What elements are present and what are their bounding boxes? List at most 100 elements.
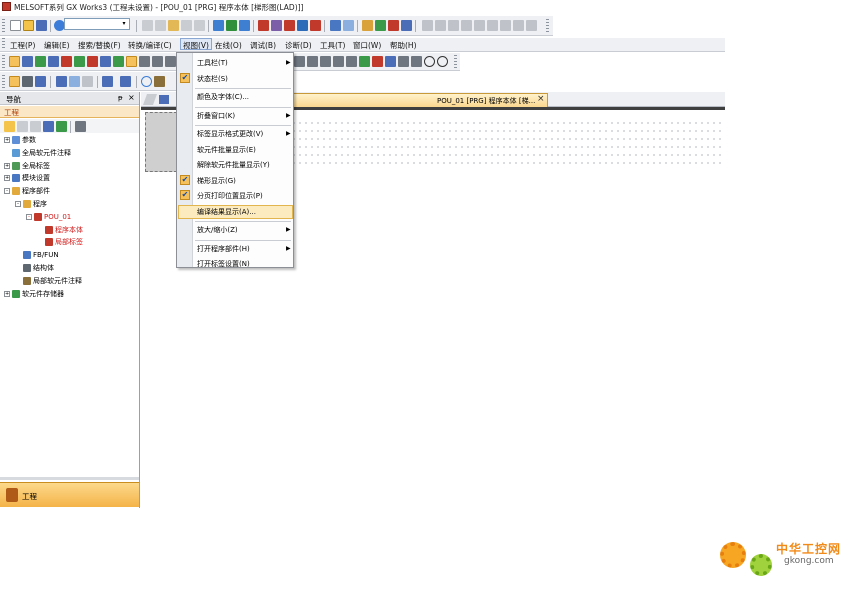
collapse-icon[interactable]: - [15, 201, 21, 207]
ladder-grid[interactable] [291, 119, 723, 165]
view-menu-item[interactable]: 工具栏(T) ▶ [177, 56, 293, 69]
project-combo[interactable]: ▾ [64, 18, 130, 30]
zoom-in-icon[interactable] [424, 56, 435, 67]
tree-item[interactable]: - 程序部件 [4, 186, 50, 197]
expand-icon[interactable]: + [4, 137, 10, 143]
tree-item[interactable]: - POU_01 [26, 212, 71, 223]
undo-icon[interactable] [181, 20, 192, 31]
diagnostics-icon[interactable] [330, 20, 341, 31]
tree-item[interactable]: + 模块设置 [4, 173, 50, 184]
menu-help[interactable]: 帮助(H) [390, 40, 417, 51]
view-menu-item[interactable]: 颜色及字体(C)... [177, 90, 293, 103]
menu-diagnostics[interactable]: 诊断(D) [285, 40, 312, 51]
toolbar-grip[interactable] [2, 19, 5, 32]
search-icon[interactable] [362, 20, 373, 31]
project-icon[interactable] [4, 121, 15, 132]
copy-icon[interactable] [155, 20, 166, 31]
menu-project[interactable]: 工程(P) [10, 40, 35, 51]
parallel-rise-icon[interactable] [165, 56, 176, 67]
group-icon[interactable] [487, 20, 498, 31]
device-test-icon[interactable] [297, 20, 308, 31]
tab-scroll-icon[interactable] [142, 94, 158, 105]
cross-ref-icon[interactable] [388, 20, 399, 31]
view-menu-item[interactable]: 打开标签设置(N) [177, 257, 293, 270]
menu-online[interactable]: 在线(O) [215, 40, 242, 51]
verify-plc-icon[interactable] [239, 20, 250, 31]
delete-line-icon[interactable] [126, 56, 137, 67]
view-menu-item[interactable]: ✔ 状态栏(S) [177, 72, 293, 85]
toolbar-grip[interactable] [2, 75, 5, 88]
tree-item[interactable]: 程序本体 [37, 225, 83, 236]
write-plc-icon[interactable] [213, 20, 224, 31]
new-file-icon[interactable] [10, 20, 21, 31]
tree-item[interactable]: + 参数 [4, 135, 36, 146]
pin-icon[interactable]: ᵽ [118, 94, 123, 102]
cross-reference-icon[interactable] [56, 76, 67, 87]
library-icon[interactable] [154, 76, 165, 87]
bring-front-icon[interactable] [461, 20, 472, 31]
arrow-right-icon[interactable] [333, 56, 344, 67]
view-menu-item[interactable]: ✔ 梯形显示(G) [177, 174, 293, 187]
tree-item[interactable]: 局部标签 [37, 237, 83, 248]
navigation-window-icon[interactable] [9, 76, 20, 87]
output-window-icon[interactable] [35, 76, 46, 87]
zoom-out-icon[interactable] [437, 56, 448, 67]
monitor-start-icon[interactable] [258, 20, 269, 31]
tree-item[interactable]: - 程序 [15, 199, 47, 210]
toolbar-overflow[interactable] [546, 19, 549, 32]
function-icon[interactable] [87, 56, 98, 67]
help-icon[interactable] [141, 76, 152, 87]
tree-item[interactable]: 全局软元件注释 [4, 148, 71, 159]
properties-icon[interactable] [75, 121, 86, 132]
simulation-icon[interactable] [310, 20, 321, 31]
tree-item[interactable]: FB/FUN [15, 250, 59, 261]
tree-item[interactable]: 局部软元件注释 [15, 276, 82, 287]
view-menu-item[interactable]: 解除软元件批量显示(Y) [177, 158, 293, 171]
device-list-icon[interactable] [401, 20, 412, 31]
view-menu-item[interactable]: 编译结果显示(A)... [177, 205, 293, 218]
close-icon[interactable]: × [128, 93, 135, 102]
tree-item[interactable]: + 软元件存储器 [4, 289, 64, 300]
view-menu-item[interactable]: ✔ 分页打印位置显示(P) [177, 189, 293, 202]
tab-pou01-program[interactable]: POU_01 [PRG] 程序本体 [梯... × [291, 93, 548, 107]
watch-icon[interactable] [284, 20, 295, 31]
module-config-icon[interactable] [343, 20, 354, 31]
view-menu-item[interactable]: 打开程序部件(H) ▶ [177, 242, 293, 255]
delete-data-icon[interactable] [30, 121, 41, 132]
align-center-icon[interactable] [435, 20, 446, 31]
view-menu-item[interactable]: 标签显示格式更改(V) ▶ [177, 127, 293, 140]
collapse-icon[interactable]: - [26, 213, 32, 220]
open-folder-icon[interactable] [23, 20, 34, 31]
link-icon[interactable] [346, 56, 357, 67]
view-menu-item[interactable]: 折叠窗口(K) ▶ [177, 109, 293, 122]
select-mode-icon[interactable] [9, 56, 20, 67]
menu-tools[interactable]: 工具(T) [320, 40, 345, 51]
project-tab[interactable]: 工程 [0, 482, 139, 507]
operation-result-fall-icon[interactable] [320, 56, 331, 67]
horizontal-line-icon[interactable] [100, 56, 111, 67]
redo-icon[interactable] [194, 20, 205, 31]
contact-nc-icon[interactable] [35, 56, 46, 67]
comment-icon[interactable] [359, 56, 370, 67]
contact-no-icon[interactable] [22, 56, 33, 67]
expand-icon[interactable]: + [4, 162, 10, 169]
cut-icon[interactable] [142, 20, 153, 31]
watch-window-icon[interactable] [82, 76, 93, 87]
send-back-icon[interactable] [474, 20, 485, 31]
element-selection-icon[interactable] [22, 76, 33, 87]
replace-icon[interactable] [375, 20, 386, 31]
note-icon[interactable] [385, 56, 396, 67]
operation-result-rise-icon[interactable] [307, 56, 318, 67]
intelligent-module-icon[interactable] [120, 76, 131, 87]
sort-icon[interactable] [43, 121, 54, 132]
tree-item[interactable]: 结构体 [15, 263, 54, 274]
coil-icon[interactable] [74, 56, 85, 67]
monitor-stop-icon[interactable] [271, 20, 282, 31]
falling-edge-icon[interactable] [152, 56, 163, 67]
menu-window[interactable]: 窗口(W) [353, 40, 381, 51]
parallel-nc-icon[interactable] [61, 56, 72, 67]
menu-edit[interactable]: 编辑(E) [44, 40, 70, 51]
collapse-icon[interactable]: - [4, 188, 10, 195]
vertical-line-icon[interactable] [113, 56, 124, 67]
invert-icon[interactable] [294, 56, 305, 67]
